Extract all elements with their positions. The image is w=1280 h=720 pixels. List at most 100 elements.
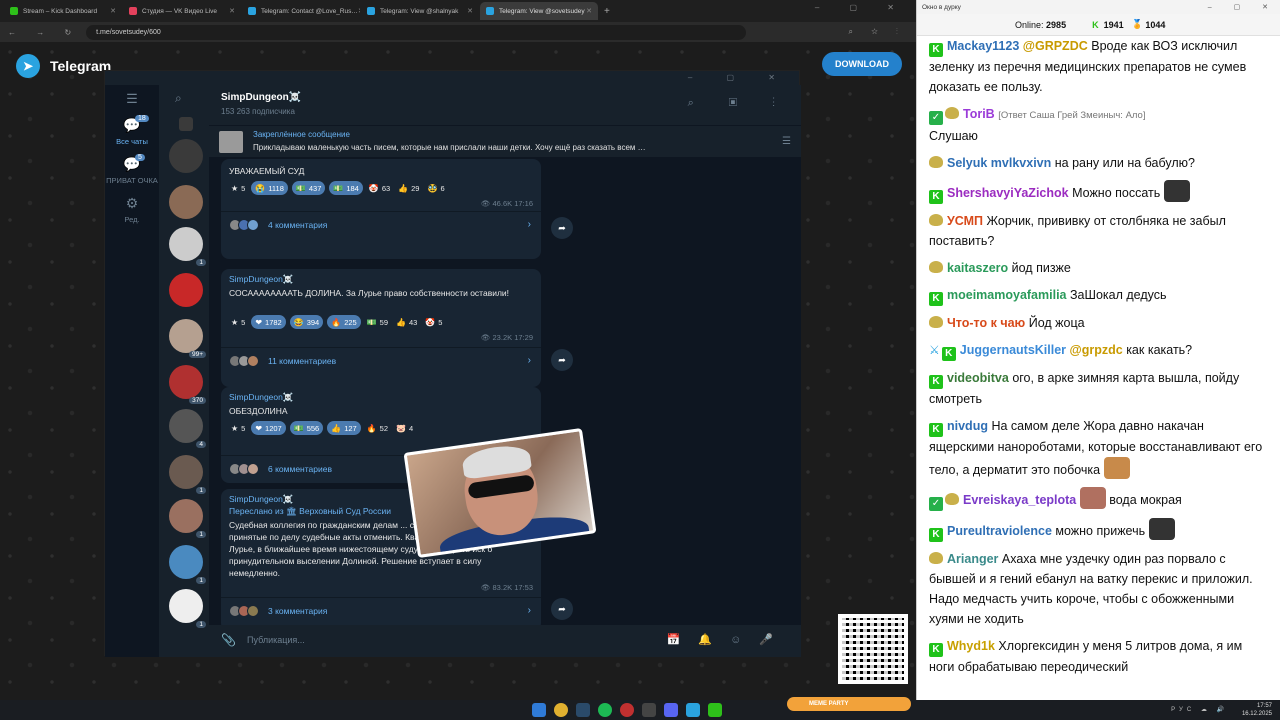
download-button[interactable]: DOWNLOAD [822,52,902,76]
folder-edit[interactable]: ⚙ Ред. [105,195,159,224]
chat-avatar[interactable]: 370 [169,365,206,404]
clock[interactable]: 17:57 16.12.2025 [1242,702,1272,718]
forwarded-from[interactable]: Переслано из 🏛 Верховный Суд России [229,506,391,517]
reaction-chip[interactable]: 💵 437 [291,181,326,195]
reaction-chip[interactable]: 💵 59 [365,315,390,329]
reaction-chip[interactable]: 💵 184 [329,181,363,195]
chat-username[interactable]: УСМП [947,214,983,228]
reaction-chip[interactable]: 😂 394 [289,315,324,329]
chat-avatar[interactable]: 1 [169,227,206,266]
chat-avatar[interactable] [169,273,203,307]
folder-private[interactable]: 💬 5 ПРИВАТ ОЧКА [105,154,159,185]
close-tab-icon[interactable]: ✕ [586,7,592,15]
reaction-chip[interactable]: 👍 43 [394,315,419,329]
spotify-icon[interactable] [598,703,612,717]
chrome-icon[interactable] [554,703,568,717]
tray-icons[interactable]: РУС ☁ 🔊 [1171,706,1228,713]
chat-avatar[interactable] [169,139,203,173]
chat-avatar[interactable]: 1 [169,499,206,538]
chat-username[interactable]: Pureultraviolence [947,524,1052,538]
url-field[interactable]: t.me/sovetsudey/600 [86,24,747,40]
chat-avatar[interactable]: 1 [169,545,206,584]
chat-avatar[interactable]: 1 [169,589,206,628]
windows-start-icon[interactable] [532,703,546,717]
attach-icon[interactable]: 📎 [221,633,236,647]
reaction-chip[interactable]: ★ 5 [229,181,247,195]
chat-username[interactable]: JuggernautsKiller [960,343,1066,357]
app-window-controls[interactable]: – ▢ ✕ [688,73,791,82]
toolbar-icons[interactable]: ⌕ ☆ ⋮ [849,27,916,37]
tab-telegram-shalnyak[interactable]: Telegram: View @shalnyak ✕ [361,2,479,20]
pinned-list-icon[interactable]: ☰ [782,136,791,147]
comments-button[interactable]: 3 комментария › [221,597,541,623]
comments-button[interactable]: 4 комментария › [221,211,541,237]
chat-username[interactable]: Mackay1123 [947,39,1019,53]
header-actions[interactable]: ⌕ ▣ ⋮ [688,97,791,110]
compose-input[interactable]: Публикация... [247,635,305,645]
app-icon[interactable] [620,703,634,717]
steam-icon[interactable] [576,703,590,717]
close-tab-icon[interactable]: ✕ [467,7,473,15]
telegram-taskbar-icon[interactable] [686,703,700,717]
chat-message: Selyuk mvlkvxivn на рану или на бабулю? [929,153,1269,173]
close-tab-icon[interactable]: ✕ [358,7,360,15]
close-tab-icon[interactable]: ✕ [229,7,235,15]
reaction-chip[interactable]: 👍 29 [396,181,421,195]
mention[interactable]: mvlkvxivn [991,156,1051,170]
chat-window-controls[interactable]: – ▢ ✕ [1208,3,1280,11]
chat-username[interactable]: videobitva [947,371,1009,385]
archive-icon[interactable] [179,117,193,131]
chat-username[interactable]: moeimamoyafamilia [947,288,1067,302]
tab-vk-studio[interactable]: Студия — VK Видео Live ✕ [123,2,241,20]
mention[interactable]: @GRPZDC [1023,39,1088,53]
chat-username[interactable]: ToriB [963,107,995,121]
mention[interactable]: @grpzdc [1070,343,1123,357]
tab-telegram-contact[interactable]: Telegram: Contact @Love_Rus…✕ [242,2,360,20]
reaction-chip[interactable]: 🤡 63 [367,181,392,195]
nav-buttons-icon[interactable]: ← → ↻ [8,28,80,37]
reaction-chip[interactable]: 🐷 4 [394,421,415,435]
chat-username[interactable]: Whyd1k [947,639,995,653]
new-tab-icon[interactable]: + [604,6,610,17]
chat-username[interactable]: kaitaszero [947,261,1008,275]
discord-icon[interactable] [664,703,678,717]
folder-all-chats[interactable]: 💬 18 Все чаты [105,115,159,146]
tab-telegram-sovetsudey[interactable]: Telegram: View @sovetsudey ✕ [480,2,598,20]
chat-avatar[interactable]: 4 [169,409,206,448]
telegram-logo[interactable]: ➤ Telegram [16,54,111,78]
reaction-chip[interactable]: 👍 127 [327,421,361,435]
pinned-message[interactable]: Закреплённое сообщение Прикладываю мален… [209,125,801,157]
kick-taskbar-icon[interactable] [708,703,722,717]
obs-icon[interactable] [642,703,656,717]
reaction-chip[interactable]: 😭 1118 [251,181,288,195]
chat-username[interactable]: Что-то к чаю [947,316,1025,330]
chat-avatar[interactable]: 1 [169,455,206,494]
channel-title[interactable]: SimpDungeon☠️ [221,92,301,103]
compose-actions[interactable]: 📅🔔☺🎤 [667,633,791,646]
menu-icon[interactable]: ☰ [105,85,159,107]
reaction-chip[interactable]: 🤡 5 [423,315,444,329]
share-button[interactable]: ➦ [551,217,573,239]
reaction-chip[interactable]: 🔥 225 [327,315,361,329]
close-tab-icon[interactable]: ✕ [110,7,116,15]
chat-avatar[interactable]: 99+ [169,319,206,358]
reaction-chip[interactable]: ★ 5 [229,421,247,435]
window-controls[interactable]: – ▢ ✕ [815,3,908,12]
reaction-chip[interactable]: 💵 556 [289,421,324,435]
chat-username[interactable]: Arianger [947,552,998,566]
share-button[interactable]: ➦ [551,349,573,371]
reaction-chip[interactable]: ❤ 1782 [251,315,286,329]
comments-button[interactable]: 11 комментариев › [221,347,541,373]
chat-username[interactable]: Evreiskaya_teplota [963,493,1076,507]
share-button[interactable]: ➦ [551,598,573,620]
reaction-chip[interactable]: 🔥 52 [365,421,390,435]
chat-username[interactable]: Selyuk [947,156,987,170]
reaction-chip[interactable]: ★ 5 [229,315,247,329]
chat-username[interactable]: ShershavyiYaZichok [947,186,1069,200]
reaction-chip[interactable]: 🥸 6 [425,181,446,195]
chat-avatar[interactable] [169,185,203,219]
chat-username[interactable]: nivdug [947,419,988,433]
search-icon[interactable]: ⌕ [175,91,182,106]
reaction-chip[interactable]: ❤ 1207 [251,421,286,435]
tab-kick-dashboard[interactable]: Stream – Kick Dashboard ✕ [4,2,122,20]
